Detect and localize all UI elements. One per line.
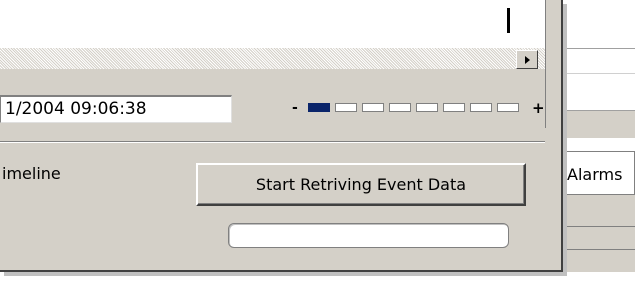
zoom-out-button[interactable]: -	[292, 100, 298, 116]
background-panel-area	[563, 195, 635, 272]
zoom-segment[interactable]	[362, 103, 384, 112]
background-divider	[563, 48, 635, 49]
zoom-segment[interactable]	[335, 103, 357, 112]
timeline-cursor[interactable]	[507, 8, 510, 33]
zoom-segment[interactable]	[308, 103, 330, 112]
background-divider	[563, 226, 635, 227]
background-toolbar-strip	[563, 110, 635, 138]
zoom-segment[interactable]	[470, 103, 492, 112]
section-divider-highlight	[0, 142, 545, 143]
zoom-segment[interactable]	[497, 103, 519, 112]
horizontal-scrollbar[interactable]	[0, 48, 545, 69]
background-divider	[563, 249, 635, 250]
zoom-segment[interactable]	[416, 103, 438, 112]
zoom-segment[interactable]	[443, 103, 465, 112]
timeline-label: imeline	[2, 164, 61, 183]
datetime-field[interactable]: 1/2004 09:06:38	[0, 95, 232, 123]
background-divider	[563, 73, 635, 74]
retrieval-progress-bar	[228, 223, 509, 248]
scroll-right-button[interactable]	[516, 50, 538, 69]
zoom-segment[interactable]	[389, 103, 411, 112]
alarms-tab-label: Alarms	[567, 165, 623, 184]
start-retrieving-button[interactable]: Start Retriving Event Data	[196, 163, 526, 206]
zoom-in-button[interactable]: +	[532, 99, 545, 117]
alarms-tab[interactable]: Alarms	[563, 151, 635, 195]
timeline-view[interactable]	[0, 0, 545, 48]
event-data-dialog: 1/2004 09:06:38 - + imeline Start Retriv…	[0, 0, 563, 272]
scroll-right-arrow-icon	[524, 55, 530, 64]
dialog-inner-border	[545, 0, 546, 128]
